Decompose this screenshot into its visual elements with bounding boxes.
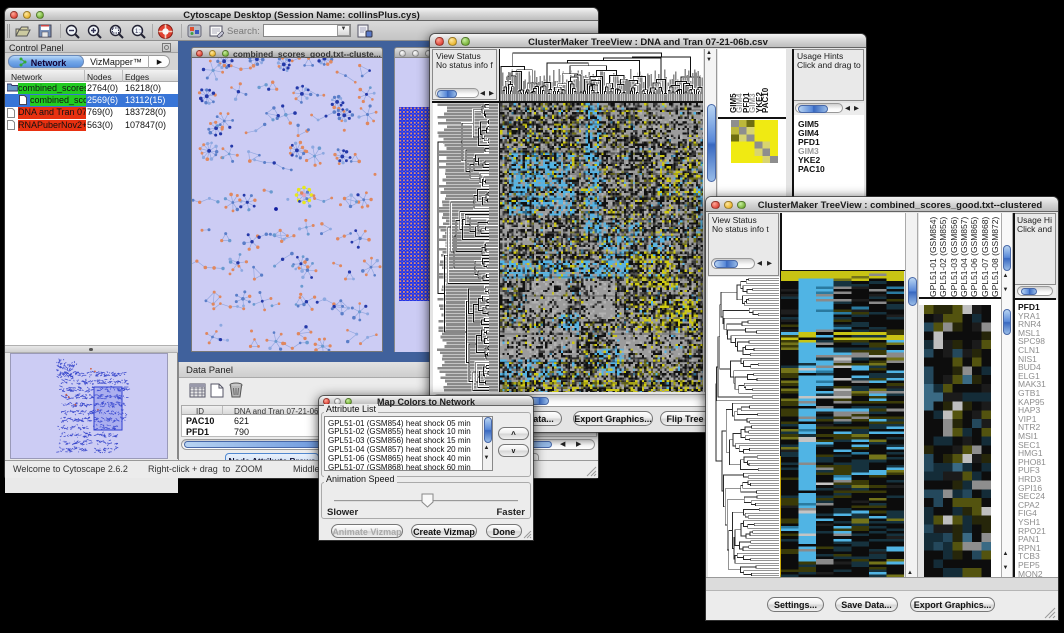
svg-text:1:1: 1:1	[135, 29, 144, 35]
